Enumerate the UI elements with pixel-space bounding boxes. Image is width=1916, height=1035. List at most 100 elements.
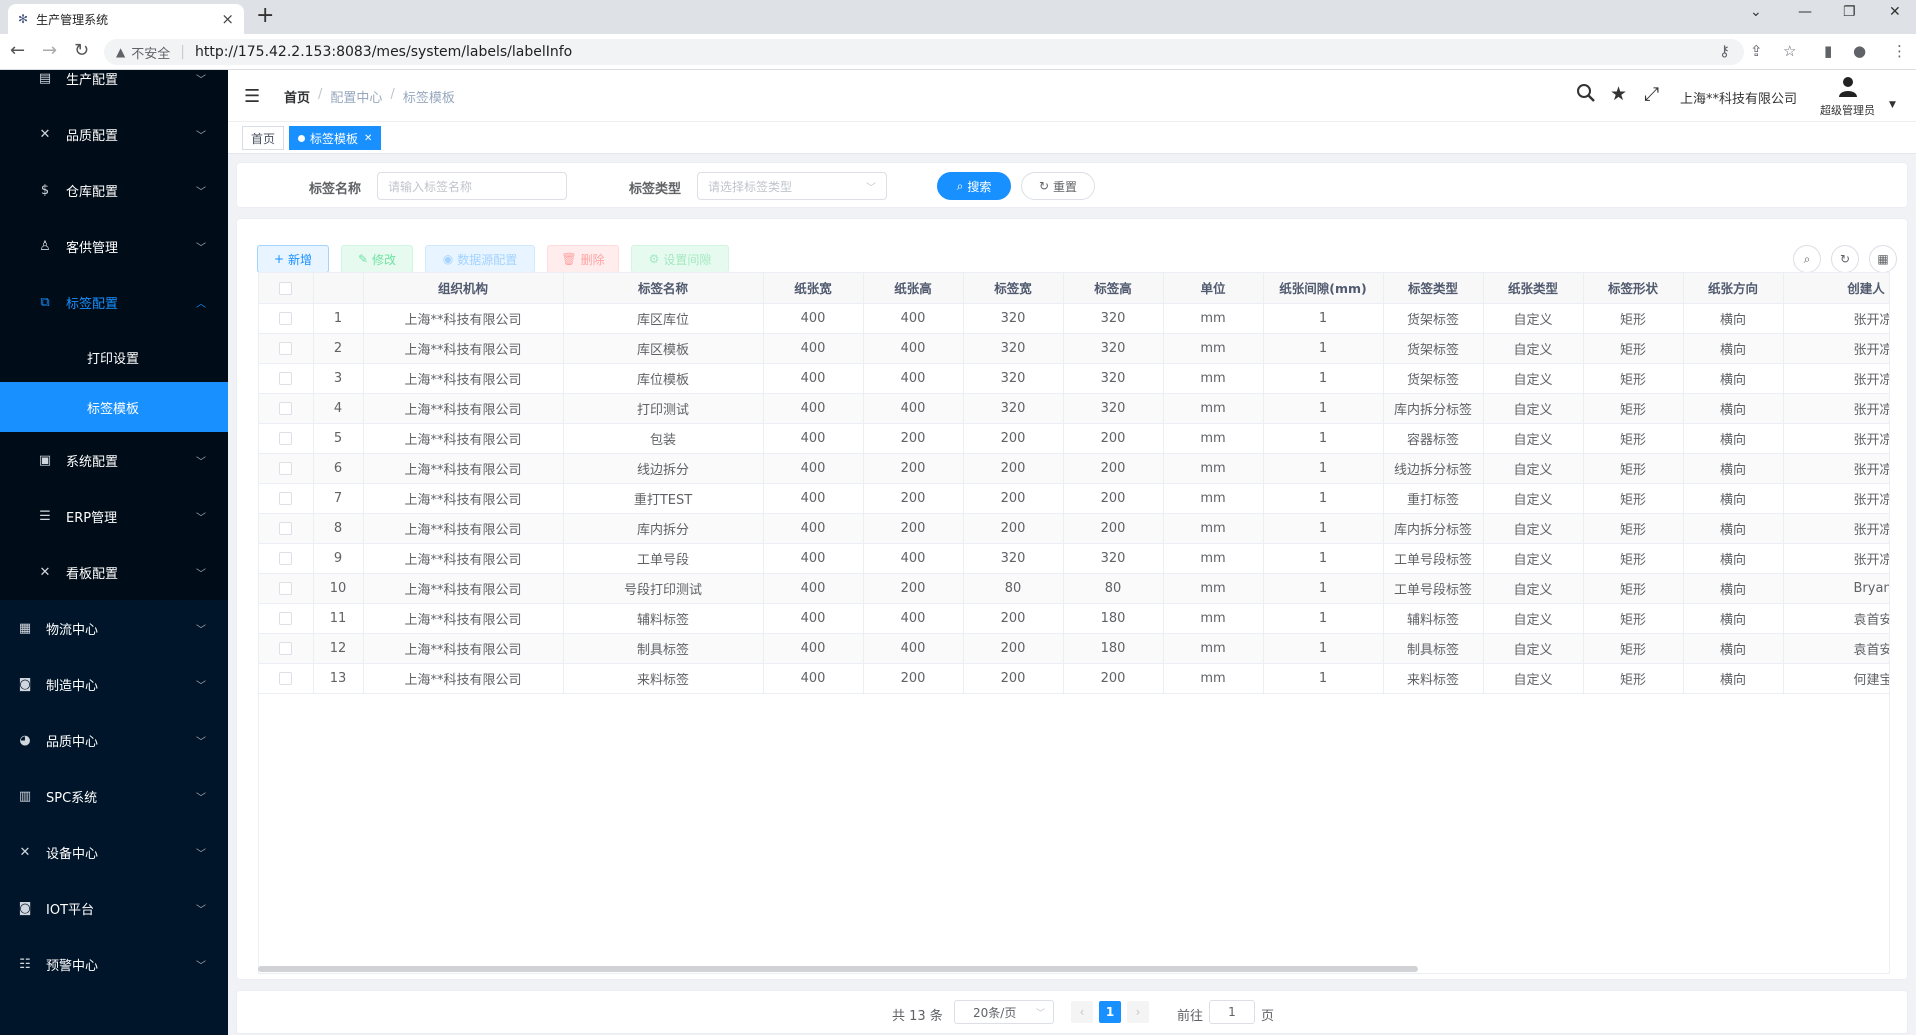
row-select-cell[interactable] xyxy=(259,633,314,664)
reload-icon[interactable]: ↻ xyxy=(74,40,89,61)
row-checkbox[interactable] xyxy=(279,551,293,565)
column-header[interactable]: 标签宽 xyxy=(963,273,1064,304)
sidebar-item-production-config[interactable]: ▤ 生产配置 ﹀ xyxy=(0,70,228,106)
row-select-cell[interactable] xyxy=(259,483,314,514)
bookmark-star-icon[interactable]: ☆ xyxy=(1783,42,1796,60)
row-checkbox[interactable] xyxy=(279,371,293,385)
close-icon[interactable]: ✕ xyxy=(364,133,372,144)
browser-tab[interactable]: ✻ 生产管理系统 × xyxy=(8,4,244,34)
tag-home[interactable]: 首页 xyxy=(242,126,285,150)
table-row[interactable]: 8 上海**科技有限公司 库内拆分 400 200 200 200 mm 1 库内拆分标签 自定义矩… xyxy=(259,513,1889,544)
table-row[interactable]: 11 上海**科技有限公司 辅料标签 400 400 200 180 mm 1 辅料标签 自定义 矩形… xyxy=(259,603,1889,634)
add-button[interactable]: + 新增 xyxy=(257,245,329,273)
profile-icon[interactable]: ● xyxy=(1853,42,1866,60)
forward-icon[interactable]: → xyxy=(42,40,57,61)
row-checkbox[interactable] xyxy=(279,431,293,445)
datasource-config-button[interactable]: ◉ 数据源配置 xyxy=(425,245,535,273)
page-number-current[interactable]: 1 xyxy=(1099,1001,1121,1023)
goto-page-input[interactable]: 1 xyxy=(1209,1000,1255,1024)
caret-down-icon[interactable]: ▼ xyxy=(1889,100,1896,110)
table-row[interactable]: 2 上海**科技有限公司 库区模板 400 400 320 320 mm 1 货架标签 自定义 矩形横… xyxy=(259,333,1889,364)
select-all-cell[interactable] xyxy=(259,273,314,304)
column-header[interactable]: 标签形状 xyxy=(1583,273,1684,304)
fullscreen-icon[interactable]: ⤢ xyxy=(1644,83,1659,105)
edit-button[interactable]: ✎ 修改 xyxy=(341,245,413,273)
row-checkbox[interactable] xyxy=(279,581,293,595)
sidebar-item-dashboard-config[interactable]: ✕ 看板配置 ﹀ xyxy=(0,544,228,600)
row-select-cell[interactable] xyxy=(259,573,314,604)
row-checkbox[interactable] xyxy=(279,401,293,415)
sidebar-item-alert-center[interactable]: ☷ 预警中心 ﹀ xyxy=(0,936,228,992)
table-row[interactable]: 4 上海**科技有限公司 打印测试 400 400 320 320 mm 1 库内拆分标签 自定义矩… xyxy=(259,393,1889,424)
key-icon[interactable]: ⚷ xyxy=(1719,42,1730,60)
breadcrumb-home[interactable]: 首页 xyxy=(284,87,310,106)
search-icon[interactable] xyxy=(1576,83,1596,108)
close-window-icon[interactable]: ✕ xyxy=(1889,4,1901,20)
columns-button[interactable]: ▦ xyxy=(1869,245,1897,273)
label-name-input[interactable]: 请输入标签名称 xyxy=(377,172,567,200)
back-icon[interactable]: ← xyxy=(10,40,25,61)
column-header[interactable]: 纸张高 xyxy=(863,273,964,304)
table-row[interactable]: 12 上海**科技有限公司 制具标签 400 400 200 180 mm 1 制具标签 自定义 矩形… xyxy=(259,633,1889,664)
column-header[interactable]: 组织机构 xyxy=(363,273,564,304)
row-select-cell[interactable] xyxy=(259,663,314,694)
row-checkbox[interactable] xyxy=(279,341,293,355)
toggle-search-button[interactable]: ⌕ xyxy=(1793,245,1821,273)
sidebar-item-label-config[interactable]: ⧉ 标签配置 ︿ xyxy=(0,274,228,330)
minimize-icon[interactable]: — xyxy=(1798,4,1812,20)
more-menu-icon[interactable]: ⋮ xyxy=(1892,42,1907,60)
row-checkbox[interactable] xyxy=(279,671,293,685)
share-icon[interactable]: ⇪ xyxy=(1750,42,1763,60)
table-row[interactable]: 7 上海**科技有限公司 重打TEST 400 200 200 200 mm 1 重打标签 自定义矩… xyxy=(259,483,1889,514)
column-header[interactable]: 纸张类型 xyxy=(1483,273,1584,304)
sidebar-item-print-settings[interactable]: 打印设置 xyxy=(0,332,228,382)
sidebar-item-equipment-center[interactable]: ✕ 设备中心 ﹀ xyxy=(0,824,228,880)
column-header[interactable]: 标签名称 xyxy=(563,273,764,304)
column-header[interactable]: 创建人 xyxy=(1783,273,1889,304)
page-size-select[interactable]: 20条/页 ﹀ xyxy=(954,1000,1054,1024)
column-header[interactable]: 单位 xyxy=(1163,273,1264,304)
tag-label-template[interactable]: 标签模板 ✕ xyxy=(289,126,382,150)
row-select-cell[interactable] xyxy=(259,333,314,364)
refresh-button[interactable]: ↻ xyxy=(1831,245,1859,273)
table-row[interactable]: 10 上海**科技有限公司 号段打印测试 400 200 80 80 mm 1 工单号段标签 自定义… xyxy=(259,573,1889,604)
next-page-button[interactable]: › xyxy=(1127,1001,1149,1023)
row-select-cell[interactable] xyxy=(259,303,314,334)
column-header[interactable]: 纸张间隙(mm) xyxy=(1263,273,1384,304)
row-select-cell[interactable] xyxy=(259,393,314,424)
row-checkbox[interactable] xyxy=(279,521,293,535)
search-button[interactable]: ⌕ 搜索 xyxy=(937,172,1011,200)
prev-page-button[interactable]: ‹ xyxy=(1071,1001,1093,1023)
table-row[interactable]: 5 上海**科技有限公司 包装 400 200 200 200 mm 1 容器标签 自定义 矩形 横向张… xyxy=(259,423,1889,454)
sidebar-item-label-template[interactable]: 标签模板 xyxy=(0,382,228,432)
delete-button[interactable]: 🗑 删除 xyxy=(547,245,619,273)
row-select-cell[interactable] xyxy=(259,513,314,544)
sidebar-item-quality-center[interactable]: ◕ 品质中心 ﹀ xyxy=(0,712,228,768)
sidebar-item-erp-management[interactable]: ☰ ERP管理 ﹀ xyxy=(0,488,228,544)
label-type-select[interactable]: 请选择标签类型 ﹀ xyxy=(697,172,887,200)
sidebar-item-manufacturing-center[interactable]: ◙ 制造中心 ﹀ xyxy=(0,656,228,712)
table-row[interactable]: 6 上海**科技有限公司 线边拆分 400 200 200 200 mm 1 线边拆分标签 自定义矩… xyxy=(259,453,1889,484)
sidebar-item-warehouse-config[interactable]: $ 仓库配置 ﹀ xyxy=(0,162,228,218)
star-icon[interactable]: ★ xyxy=(1610,83,1627,105)
column-header[interactable]: 纸张宽 xyxy=(763,273,864,304)
hamburger-icon[interactable]: ☰ xyxy=(244,86,260,107)
column-header[interactable]: 标签类型 xyxy=(1383,273,1484,304)
set-gap-button[interactable]: ⚙ 设置间隙 xyxy=(631,245,729,273)
reset-button[interactable]: ↻ 重置 xyxy=(1021,172,1095,200)
user-avatar-icon[interactable] xyxy=(1838,76,1858,98)
table-row[interactable]: 9 上海**科技有限公司 工单号段 400 400 320 320 mm 1 工单号段标签 自定义矩… xyxy=(259,543,1889,574)
url-omnibox[interactable]: ▲ 不安全 | http://175.42.2.153:8083/mes/sys… xyxy=(104,39,1744,65)
tab-search-icon[interactable]: ⌄ xyxy=(1750,4,1762,20)
row-select-cell[interactable] xyxy=(259,453,314,484)
sidebar-item-system-config[interactable]: ▣ 系统配置 ﹀ xyxy=(0,432,228,488)
column-header[interactable]: 标签高 xyxy=(1063,273,1164,304)
new-tab-icon[interactable]: + xyxy=(256,3,274,28)
sidebar-item-logistics-center[interactable]: ▦ 物流中心 ﹀ xyxy=(0,600,228,656)
row-checkbox[interactable] xyxy=(279,611,293,625)
row-select-cell[interactable] xyxy=(259,423,314,454)
side-panel-icon[interactable]: ▮ xyxy=(1824,42,1832,60)
row-select-cell[interactable] xyxy=(259,363,314,394)
row-checkbox[interactable] xyxy=(279,491,293,505)
sidebar-item-customer-supply[interactable]: ♙ 客供管理 ﹀ xyxy=(0,218,228,274)
